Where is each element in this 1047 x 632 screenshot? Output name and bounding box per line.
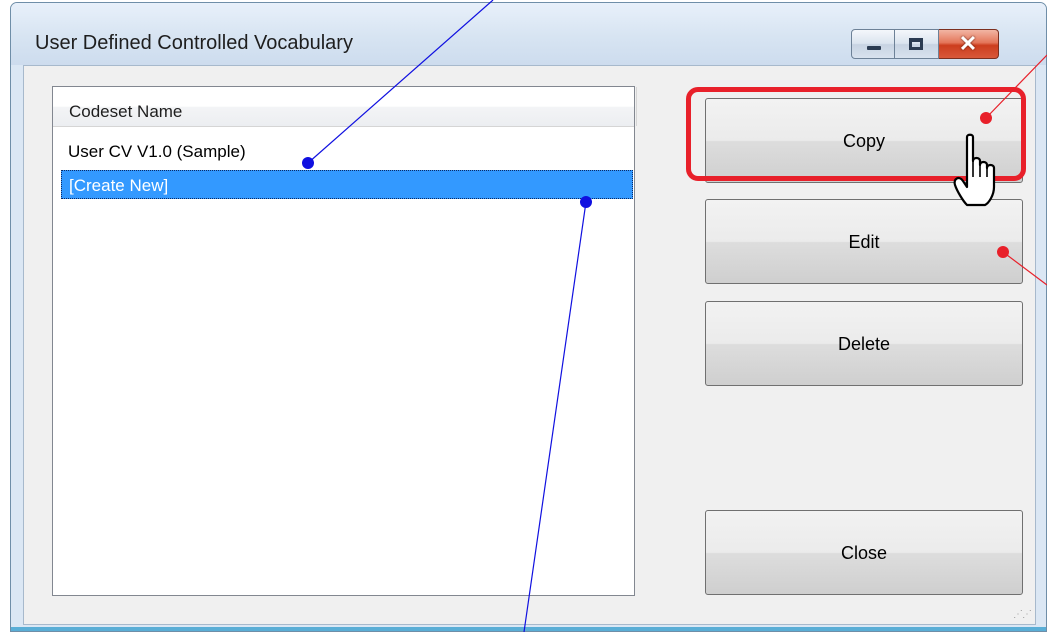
callout-marker-sample bbox=[302, 157, 314, 169]
callout-line-copy bbox=[985, 54, 1047, 119]
callout-marker-copy bbox=[980, 112, 992, 124]
callout-line-sample bbox=[307, 0, 494, 164]
callout-line-create-new bbox=[523, 201, 587, 632]
callout-marker-create-new bbox=[580, 196, 592, 208]
hand-cursor-icon bbox=[953, 133, 996, 207]
callout-marker-edit bbox=[997, 246, 1009, 258]
callout-line-edit bbox=[1002, 251, 1047, 286]
annotation-overlay bbox=[302, 0, 1047, 632]
